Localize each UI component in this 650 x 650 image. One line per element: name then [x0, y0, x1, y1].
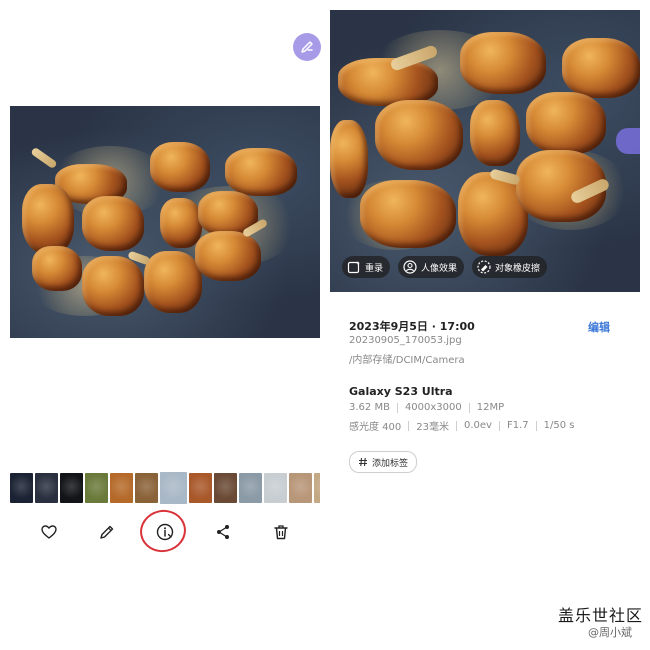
pencil-icon — [301, 41, 313, 53]
file-size: 3.62 MB — [349, 402, 390, 413]
shutter-speed: 1/50 s — [543, 420, 575, 431]
megapixels: 12MP — [476, 402, 505, 413]
edit-button[interactable] — [92, 517, 122, 547]
divider — [468, 402, 470, 413]
thumbnail-filmstrip[interactable] — [10, 472, 320, 504]
side-panel-handle[interactable] — [616, 128, 640, 154]
object-eraser-chip[interactable]: 对象橡皮擦 — [472, 256, 548, 278]
trash-icon — [274, 525, 288, 540]
photo-suggestion-chips: 重录 人像效果 对象橡皮擦 — [342, 256, 548, 278]
filmstrip-thumbnail[interactable] — [289, 473, 312, 503]
photo-editor-floating-button[interactable] — [293, 33, 321, 61]
camera-model: Galaxy S23 Ultra — [349, 385, 453, 398]
share-icon — [217, 525, 229, 539]
filmstrip-thumbnail[interactable] — [189, 473, 212, 503]
portrait-icon — [403, 260, 417, 274]
iso: 感光度 400 — [349, 422, 402, 433]
portrait-effect-chip[interactable]: 人像效果 — [398, 256, 465, 278]
add-tag-button[interactable]: 添加标签 — [349, 451, 418, 473]
divider — [535, 420, 537, 431]
filmstrip-thumbnail[interactable] — [239, 473, 262, 503]
filmstrip-thumbnail[interactable] — [85, 473, 108, 503]
filmstrip-thumbnail[interactable] — [110, 473, 133, 503]
resolution: 4000x3000 — [404, 402, 462, 413]
exposure-specs-row: 感光度 400 23毫米 0.0ev F1.7 1/50 s — [349, 418, 575, 433]
filmstrip-thumbnail[interactable] — [60, 473, 83, 503]
right-photo-preview[interactable] — [330, 10, 640, 292]
exposure-value: 0.0ev — [464, 420, 492, 431]
filmstrip-thumbnail[interactable] — [264, 473, 287, 503]
divider — [408, 420, 410, 431]
filmstrip-thumbnail[interactable] — [314, 473, 320, 503]
filmstrip-thumbnail[interactable] — [35, 473, 58, 503]
aperture: F1.7 — [506, 420, 529, 431]
favorite-button[interactable] — [34, 517, 64, 547]
remaster-chip-label: 重录 — [365, 263, 384, 274]
share-button[interactable] — [208, 517, 238, 547]
left-photo-viewer[interactable] — [10, 106, 320, 338]
photo-filename: 20230905_170053.jpg — [349, 335, 462, 346]
filmstrip-thumbnail-selected[interactable] — [158, 472, 189, 504]
red-circle-annotation — [136, 505, 190, 557]
eraser-icon — [477, 260, 491, 274]
pencil-icon — [100, 525, 114, 539]
delete-button[interactable] — [266, 517, 296, 547]
portrait-effect-chip-label: 人像效果 — [421, 263, 458, 274]
photo-path: /内部存储/DCIM/Camera — [349, 355, 465, 366]
file-specs-row: 3.62 MB 4000x3000 12MP — [349, 402, 504, 413]
remaster-chip[interactable]: 重录 — [342, 256, 391, 278]
focal-length: 23毫米 — [416, 422, 449, 433]
filmstrip-thumbnail[interactable] — [214, 473, 237, 503]
hashtag-icon — [359, 457, 367, 467]
filmstrip-thumbnail[interactable] — [135, 473, 158, 503]
remaster-icon — [347, 261, 360, 274]
filmstrip-thumbnail[interactable] — [10, 473, 33, 503]
heart-icon — [41, 525, 57, 539]
photo-datetime: 2023年9月5日 · 17:00 — [349, 320, 475, 333]
divider — [498, 420, 500, 431]
community-watermark: 盖乐世社区 — [558, 606, 644, 625]
divider — [456, 420, 457, 431]
author-watermark: @周小斌 — [588, 626, 632, 639]
edit-details-link[interactable]: 编辑 — [588, 319, 610, 335]
object-eraser-chip-label: 对象橡皮擦 — [495, 263, 541, 274]
divider — [396, 402, 398, 413]
add-tag-label: 添加标签 — [372, 458, 409, 469]
